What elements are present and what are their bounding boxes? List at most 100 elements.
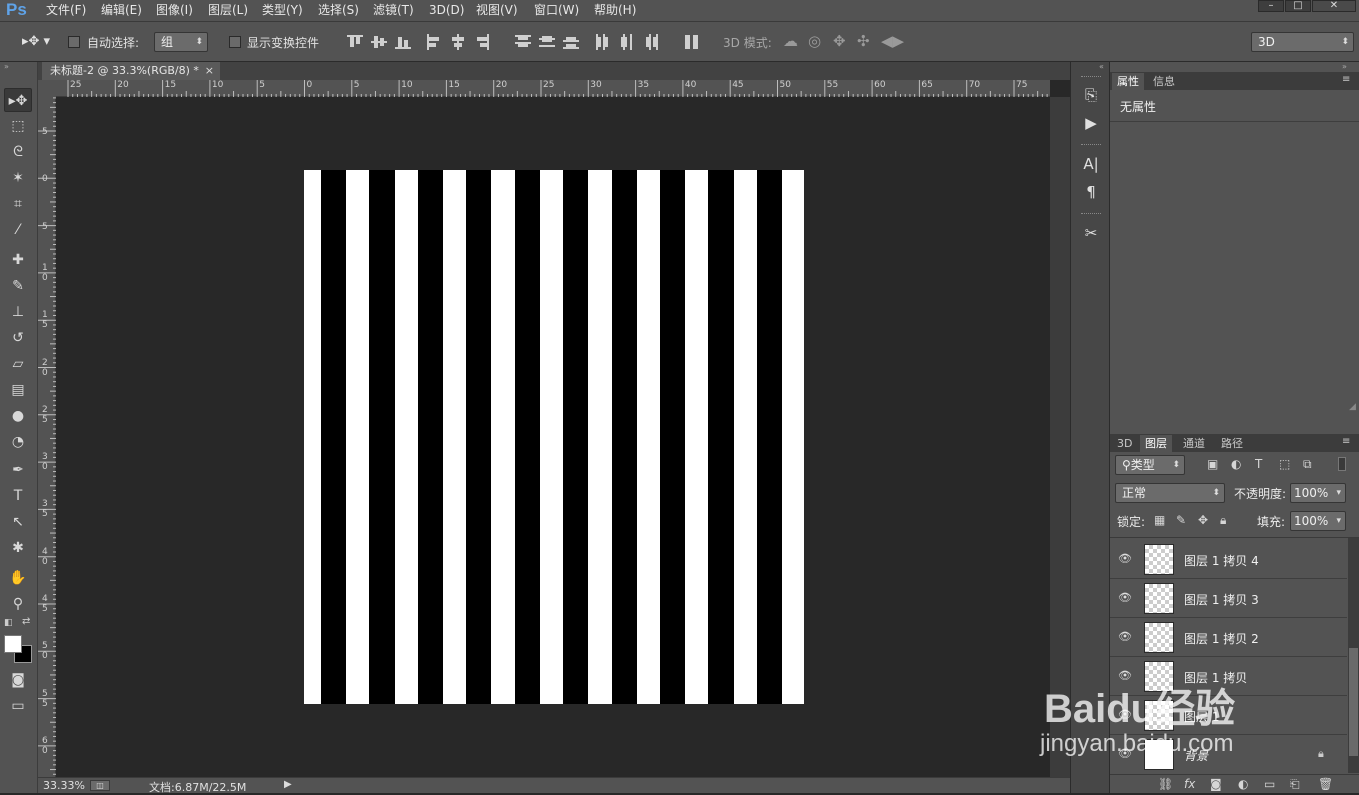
move-tool-preset-icon[interactable]: ▸✥ ▾ <box>22 34 50 49</box>
filter-pixel-icon[interactable]: ▣ <box>1207 457 1218 471</box>
3d-slide-icon[interactable]: ✣ <box>857 32 870 50</box>
gradient-tool-icon[interactable]: ▤ <box>4 378 32 402</box>
menu-view[interactable]: 视图(V) <box>476 0 518 22</box>
menu-window[interactable]: 窗口(W) <box>534 0 579 22</box>
distribute-left-edges-icon[interactable] <box>594 33 612 51</box>
auto-select-checkbox[interactable] <box>68 36 80 48</box>
paragraph-panel-icon[interactable]: ¶ <box>1079 181 1103 203</box>
eye-icon[interactable]: 👁︎ <box>1116 552 1134 566</box>
collapse-dock-icon[interactable]: « <box>1099 62 1104 71</box>
marquee-tool-icon[interactable]: ⬚ <box>4 114 32 138</box>
eyedropper-tool-icon[interactable]: ⁄ <box>4 218 32 242</box>
menu-filter[interactable]: 滤镜(T) <box>373 0 414 22</box>
auto-align-layers-icon[interactable] <box>683 33 701 51</box>
layer-row[interactable]: 👁︎ 图层 1 拷贝 2 <box>1110 618 1347 657</box>
dodge-tool-icon[interactable]: ◔ <box>4 430 32 454</box>
quick-mask-icon[interactable]: ◙ <box>4 668 32 692</box>
eye-icon[interactable]: 👁︎ <box>1116 708 1134 722</box>
crop-tool-icon[interactable]: ⌗ <box>4 192 32 216</box>
show-transform-checkbox[interactable] <box>229 36 241 48</box>
filter-smart-object-icon[interactable]: ⧉ <box>1303 457 1312 472</box>
panel-menu-icon[interactable]: ≡ <box>1342 436 1350 447</box>
ruler-origin[interactable] <box>38 80 56 97</box>
opacity-input[interactable]: 100% ▾ <box>1290 483 1346 503</box>
vertical-scrollbar[interactable] <box>1050 97 1070 777</box>
eye-icon[interactable]: 👁︎ <box>1116 747 1134 761</box>
resize-grip-icon[interactable]: ◢ <box>1349 402 1356 412</box>
tab-channels[interactable]: 通道 <box>1178 435 1210 452</box>
pen-tool-icon[interactable]: ✒ <box>4 458 32 482</box>
auto-select-dropdown[interactable]: 组 ⬍ <box>154 32 208 52</box>
3d-roll-icon[interactable]: ◎ <box>808 32 821 50</box>
workspace-dropdown[interactable]: 3D ⬍ <box>1251 32 1354 52</box>
tool-presets-panel-icon[interactable]: ✂ <box>1079 222 1103 244</box>
align-bottom-edges-icon[interactable] <box>394 33 412 51</box>
zoom-level[interactable]: 33.33% <box>43 779 85 792</box>
eraser-tool-icon[interactable]: ▱ <box>4 352 32 376</box>
eye-icon[interactable]: 👁︎ <box>1116 669 1134 683</box>
document-canvas[interactable] <box>304 170 804 704</box>
align-horizontal-centers-icon[interactable] <box>449 33 467 51</box>
healing-brush-tool-icon[interactable]: ✚ <box>4 248 32 272</box>
zoom-tool-icon[interactable]: ⚲ <box>4 592 32 616</box>
menu-help[interactable]: 帮助(H) <box>594 0 636 22</box>
layer-row[interactable]: 👁︎ 背景 🔒︎ <box>1110 735 1347 773</box>
align-vertical-centers-icon[interactable] <box>370 33 388 51</box>
eye-icon[interactable]: 👁︎ <box>1116 591 1134 605</box>
history-brush-tool-icon[interactable]: ↺ <box>4 326 32 350</box>
lock-image-icon[interactable]: ✎ <box>1176 513 1186 527</box>
distribute-bottom-edges-icon[interactable] <box>562 33 580 51</box>
dock-grip[interactable] <box>1081 213 1101 215</box>
layer-row[interactable]: 👁︎ 图层 1 拷贝 <box>1110 657 1347 696</box>
minimize-button[interactable]: – <box>1258 0 1284 12</box>
distribute-horizontal-centers-icon[interactable] <box>618 33 636 51</box>
blend-mode-dropdown[interactable]: 正常 ⬍ <box>1115 483 1225 503</box>
align-right-edges-icon[interactable] <box>473 33 491 51</box>
distribute-right-edges-icon[interactable] <box>642 33 660 51</box>
menu-3d[interactable]: 3D(D) <box>429 0 464 22</box>
3d-scale-icon[interactable]: ◀▶ <box>881 32 904 50</box>
menu-file[interactable]: 文件(F) <box>46 0 86 22</box>
status-menu-arrow-icon[interactable]: ▶ <box>284 779 292 790</box>
document-tab[interactable]: 未标题-2 @ 33.3%(RGB/8) * × <box>42 62 220 80</box>
new-group-icon[interactable]: ▭ <box>1264 777 1275 791</box>
collapse-panels-icon[interactable]: » <box>1342 62 1347 71</box>
layer-row[interactable]: 👁︎ 图层 1 拷贝 4 <box>1110 540 1347 579</box>
blur-tool-icon[interactable]: ● <box>4 404 32 428</box>
add-mask-icon[interactable]: ◙ <box>1210 777 1222 791</box>
delete-layer-icon[interactable]: 🗑︎ <box>1318 777 1333 791</box>
lock-transparent-icon[interactable]: ▦ <box>1154 513 1165 527</box>
menu-edit[interactable]: 编辑(E) <box>101 0 142 22</box>
link-layers-icon[interactable]: ⛓ <box>1158 777 1173 791</box>
menu-type[interactable]: 类型(Y) <box>262 0 303 22</box>
fill-input[interactable]: 100% ▾ <box>1290 511 1346 531</box>
menu-select[interactable]: 选择(S) <box>318 0 359 22</box>
close-window-button[interactable]: ✕ <box>1312 0 1356 12</box>
filter-adjustment-icon[interactable]: ◐ <box>1231 457 1241 471</box>
type-tool-icon[interactable]: T <box>4 484 32 508</box>
3d-pan-icon[interactable]: ✥ <box>833 32 846 50</box>
layer-style-icon[interactable]: fx <box>1184 777 1195 791</box>
brush-tool-icon[interactable]: ✎ <box>4 274 32 298</box>
layer-row[interactable]: 👁︎ 图层 1 拷贝 3 <box>1110 579 1347 618</box>
tab-layers[interactable]: 图层 <box>1140 435 1172 452</box>
lasso-tool-icon[interactable]: ᘓ <box>4 140 32 164</box>
filter-toggle[interactable] <box>1338 457 1346 471</box>
distribute-top-edges-icon[interactable] <box>514 33 532 51</box>
custom-shape-tool-icon[interactable]: ✱ <box>4 536 32 560</box>
hand-tool-icon[interactable]: ✋ <box>4 566 32 590</box>
tab-properties[interactable]: 属性 <box>1112 73 1144 90</box>
lock-position-icon[interactable]: ✥ <box>1198 513 1208 527</box>
tab-info[interactable]: 信息 <box>1148 73 1180 90</box>
layer-row[interactable]: 👁︎ 图层 1 <box>1110 696 1347 735</box>
menu-layer[interactable]: 图层(L) <box>208 0 248 22</box>
adjustment-layer-icon[interactable]: ◐ <box>1238 777 1248 791</box>
magic-wand-tool-icon[interactable]: ✶ <box>4 166 32 190</box>
screen-mode-icon[interactable]: ▭ <box>4 694 32 718</box>
tab-3d[interactable]: 3D <box>1112 435 1137 452</box>
filter-type-icon[interactable]: T <box>1255 457 1262 471</box>
horizontal-ruler[interactable]: 25 20 15 10 5 0 5 10 15 20 25 30 35 40 45 50 55 60 65 70 75 <box>56 80 1050 97</box>
foreground-color-swatch[interactable] <box>4 635 22 653</box>
menu-image[interactable]: 图像(I) <box>156 0 193 22</box>
layers-scrollbar[interactable] <box>1348 538 1359 773</box>
